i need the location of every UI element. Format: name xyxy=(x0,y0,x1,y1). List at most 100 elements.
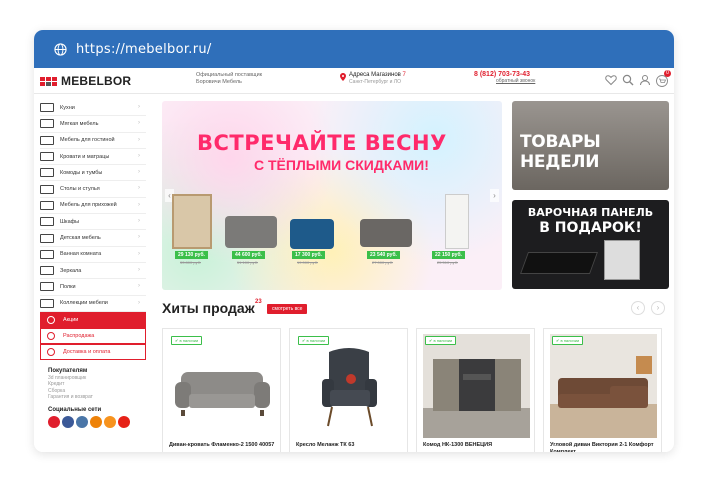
old-price: 33 800 руб. xyxy=(180,260,201,265)
sidebar-category-item[interactable]: Ванная комната › xyxy=(40,247,146,263)
sidebar-category-item[interactable]: Зеркала › xyxy=(40,263,146,280)
site-header: MEBELBOR Официальный поставщик Боровичи … xyxy=(34,68,674,94)
chevron-right-icon: › xyxy=(138,283,140,290)
category-icon xyxy=(40,184,54,194)
product-name[interactable]: Кресло Меланж ТК 63 xyxy=(296,442,404,449)
category-icon xyxy=(40,200,54,210)
category-label: Мебель для прихожей xyxy=(60,202,117,209)
hits-next-button[interactable]: › xyxy=(651,301,665,315)
cart-count-badge: 0 xyxy=(664,70,671,77)
product-name[interactable]: Диван-кровать Фламенко-2 1500 40057 xyxy=(169,442,277,449)
old-price: 51 100 руб. xyxy=(237,260,258,265)
cooktop-image xyxy=(519,252,599,274)
product-name[interactable]: Комод НК-1300 ВЕНЕЦИЯ xyxy=(423,442,531,449)
category-icon xyxy=(40,298,54,308)
old-price: 25 510 руб. xyxy=(437,260,458,265)
sofa-gray-image xyxy=(225,216,277,248)
in-stock-badge: ✔ в наличии xyxy=(425,336,457,345)
category-label: Зеркала xyxy=(60,267,82,274)
phone-block[interactable]: 8 (812) 703-73-43 обратный звонок xyxy=(474,71,535,84)
store-addresses[interactable]: Адреса Магазинов 7 Санкт-Петербург и ЛО xyxy=(340,72,406,86)
product-card[interactable]: ✔ в наличии Комод НК-1300 ВЕНЕЦИЯ xyxy=(416,328,535,452)
product-card[interactable]: ✔ в наличии Угловой диван Виктория 2-1 К… xyxy=(543,328,662,452)
address-sub: Санкт-Петербург и ЛО xyxy=(349,79,401,85)
chevron-right-icon: › xyxy=(138,169,140,176)
product-card[interactable]: ✔ в наличии Диван-кровать Фламенко-2 150… xyxy=(162,328,281,452)
category-label: Мебель для гостиной xyxy=(60,137,115,144)
official-line-1: Официальный поставщик xyxy=(196,72,263,78)
callback-link[interactable]: обратный звонок xyxy=(496,78,535,84)
sidebar-category-item[interactable]: Кухни › xyxy=(40,100,146,117)
category-icon xyxy=(40,119,54,129)
chevron-right-icon: › xyxy=(138,234,140,241)
sidebar-category-item[interactable]: Полки › xyxy=(40,279,146,296)
cooktop-gift-line1: ВАРОЧНАЯ ПАНЕЛЬ xyxy=(527,206,654,219)
sidebar-promo-item[interactable]: Распродажа xyxy=(40,327,146,344)
weekly-products-banner[interactable]: ТОВАРЫ НЕДЕЛИ xyxy=(512,101,669,190)
hits-count: 23 xyxy=(255,299,262,305)
chevron-right-icon: › xyxy=(138,104,140,110)
search-icon[interactable] xyxy=(622,74,634,86)
category-label: Полки xyxy=(60,283,76,290)
social-icon[interactable] xyxy=(90,415,102,428)
user-icon[interactable] xyxy=(639,74,651,86)
hero-banner[interactable]: ВСТРЕЧАЙТЕ ВЕСНУ С ТЁПЛЫМИ СКИДКАМИ! ‹ ›… xyxy=(162,101,502,290)
social-icon[interactable] xyxy=(118,415,130,428)
address-bar[interactable]: https://mebelbor.ru/ xyxy=(34,30,674,68)
sidebar-category-item[interactable]: Комоды и тумбы › xyxy=(40,165,146,182)
buyers-links: 3d планировщик Кредит Сборка Гарантия и воз… xyxy=(48,375,146,401)
category-label: Шкафы xyxy=(60,218,80,225)
category-label: Коллекции мебели xyxy=(60,300,108,307)
in-stock-badge: ✔ в наличии xyxy=(171,336,203,345)
hero-next-button[interactable]: › xyxy=(490,189,499,202)
sidebar-category-item[interactable]: Мебель для гостиной › xyxy=(40,133,146,149)
social-icon[interactable] xyxy=(62,415,74,428)
header-icons: 0 xyxy=(605,70,671,87)
sidebar-category-item[interactable]: Мягкая мебель › xyxy=(40,116,146,133)
price-tag: 23 540 руб. xyxy=(367,251,400,259)
category-icon xyxy=(40,103,54,113)
promo-label: Доставка и оплата xyxy=(63,348,111,355)
sofa-dark-image xyxy=(360,219,412,247)
sidebar-category-item[interactable]: Детская мебель › xyxy=(40,230,146,247)
weekly-products-text: ТОВАРЫ НЕДЕЛИ xyxy=(520,132,601,172)
see-all-button[interactable]: смотреть все xyxy=(267,304,308,314)
sidebar-promo-item[interactable]: Доставка и оплата xyxy=(40,343,146,360)
cooktop-gift-banner[interactable]: ВАРОЧНАЯ ПАНЕЛЬ В ПОДАРОК! xyxy=(512,200,669,289)
cart-button[interactable]: 0 xyxy=(656,70,671,87)
chevron-right-icon: › xyxy=(138,136,140,143)
sidebar-category-item[interactable]: Кровати и матрацы › xyxy=(40,149,146,166)
sidebar-category-item[interactable]: Столы и стулья › xyxy=(40,181,146,198)
price-tag: 22 150 руб. xyxy=(432,251,465,259)
social-icon[interactable] xyxy=(76,415,88,428)
chevron-right-icon: › xyxy=(138,299,140,306)
sidebar-promo-item[interactable]: Акции xyxy=(40,311,146,328)
category-icon xyxy=(40,282,54,292)
product-card[interactable]: ✔ в наличии Кресло Меланж ТК 63 xyxy=(289,328,408,452)
cooktop-gift-line2: В ПОДАРОК! xyxy=(539,220,642,236)
social-links xyxy=(40,415,146,428)
category-icon xyxy=(40,266,54,276)
sidebar-category-item[interactable]: Шкафы › xyxy=(40,214,146,231)
old-price: 27 000 руб. xyxy=(372,260,393,265)
product-image xyxy=(175,372,270,416)
sidebar-category-item[interactable]: Мебель для прихожей › xyxy=(40,198,146,215)
social-icon[interactable] xyxy=(104,415,116,428)
social-icon[interactable] xyxy=(48,415,60,428)
category-icon xyxy=(40,168,54,178)
buyers-link[interactable]: Гарантия и возврат xyxy=(48,394,146,401)
heart-icon[interactable] xyxy=(605,74,617,86)
hits-prev-button[interactable]: ‹ xyxy=(631,301,645,315)
chevron-right-icon: › xyxy=(138,250,140,257)
chevron-right-icon: › xyxy=(138,152,140,159)
logo-mark-icon xyxy=(40,76,57,86)
phone-number[interactable]: 8 (812) 703-73-43 xyxy=(474,71,535,78)
promo-icon xyxy=(47,331,55,340)
product-name[interactable]: Угловой диван Виктория 2-1 Комфорт Компл… xyxy=(550,442,658,452)
hero-subtitle: С ТЁПЛЫМИ СКИДКАМИ! xyxy=(254,157,429,173)
promo-label: Акции xyxy=(63,316,79,323)
map-pin-icon xyxy=(340,73,346,81)
sidebar-category-item[interactable]: Коллекции мебели › xyxy=(40,296,146,312)
site-logo[interactable]: MEBELBOR xyxy=(40,74,131,88)
old-price: 19 000 руб. xyxy=(297,260,318,265)
